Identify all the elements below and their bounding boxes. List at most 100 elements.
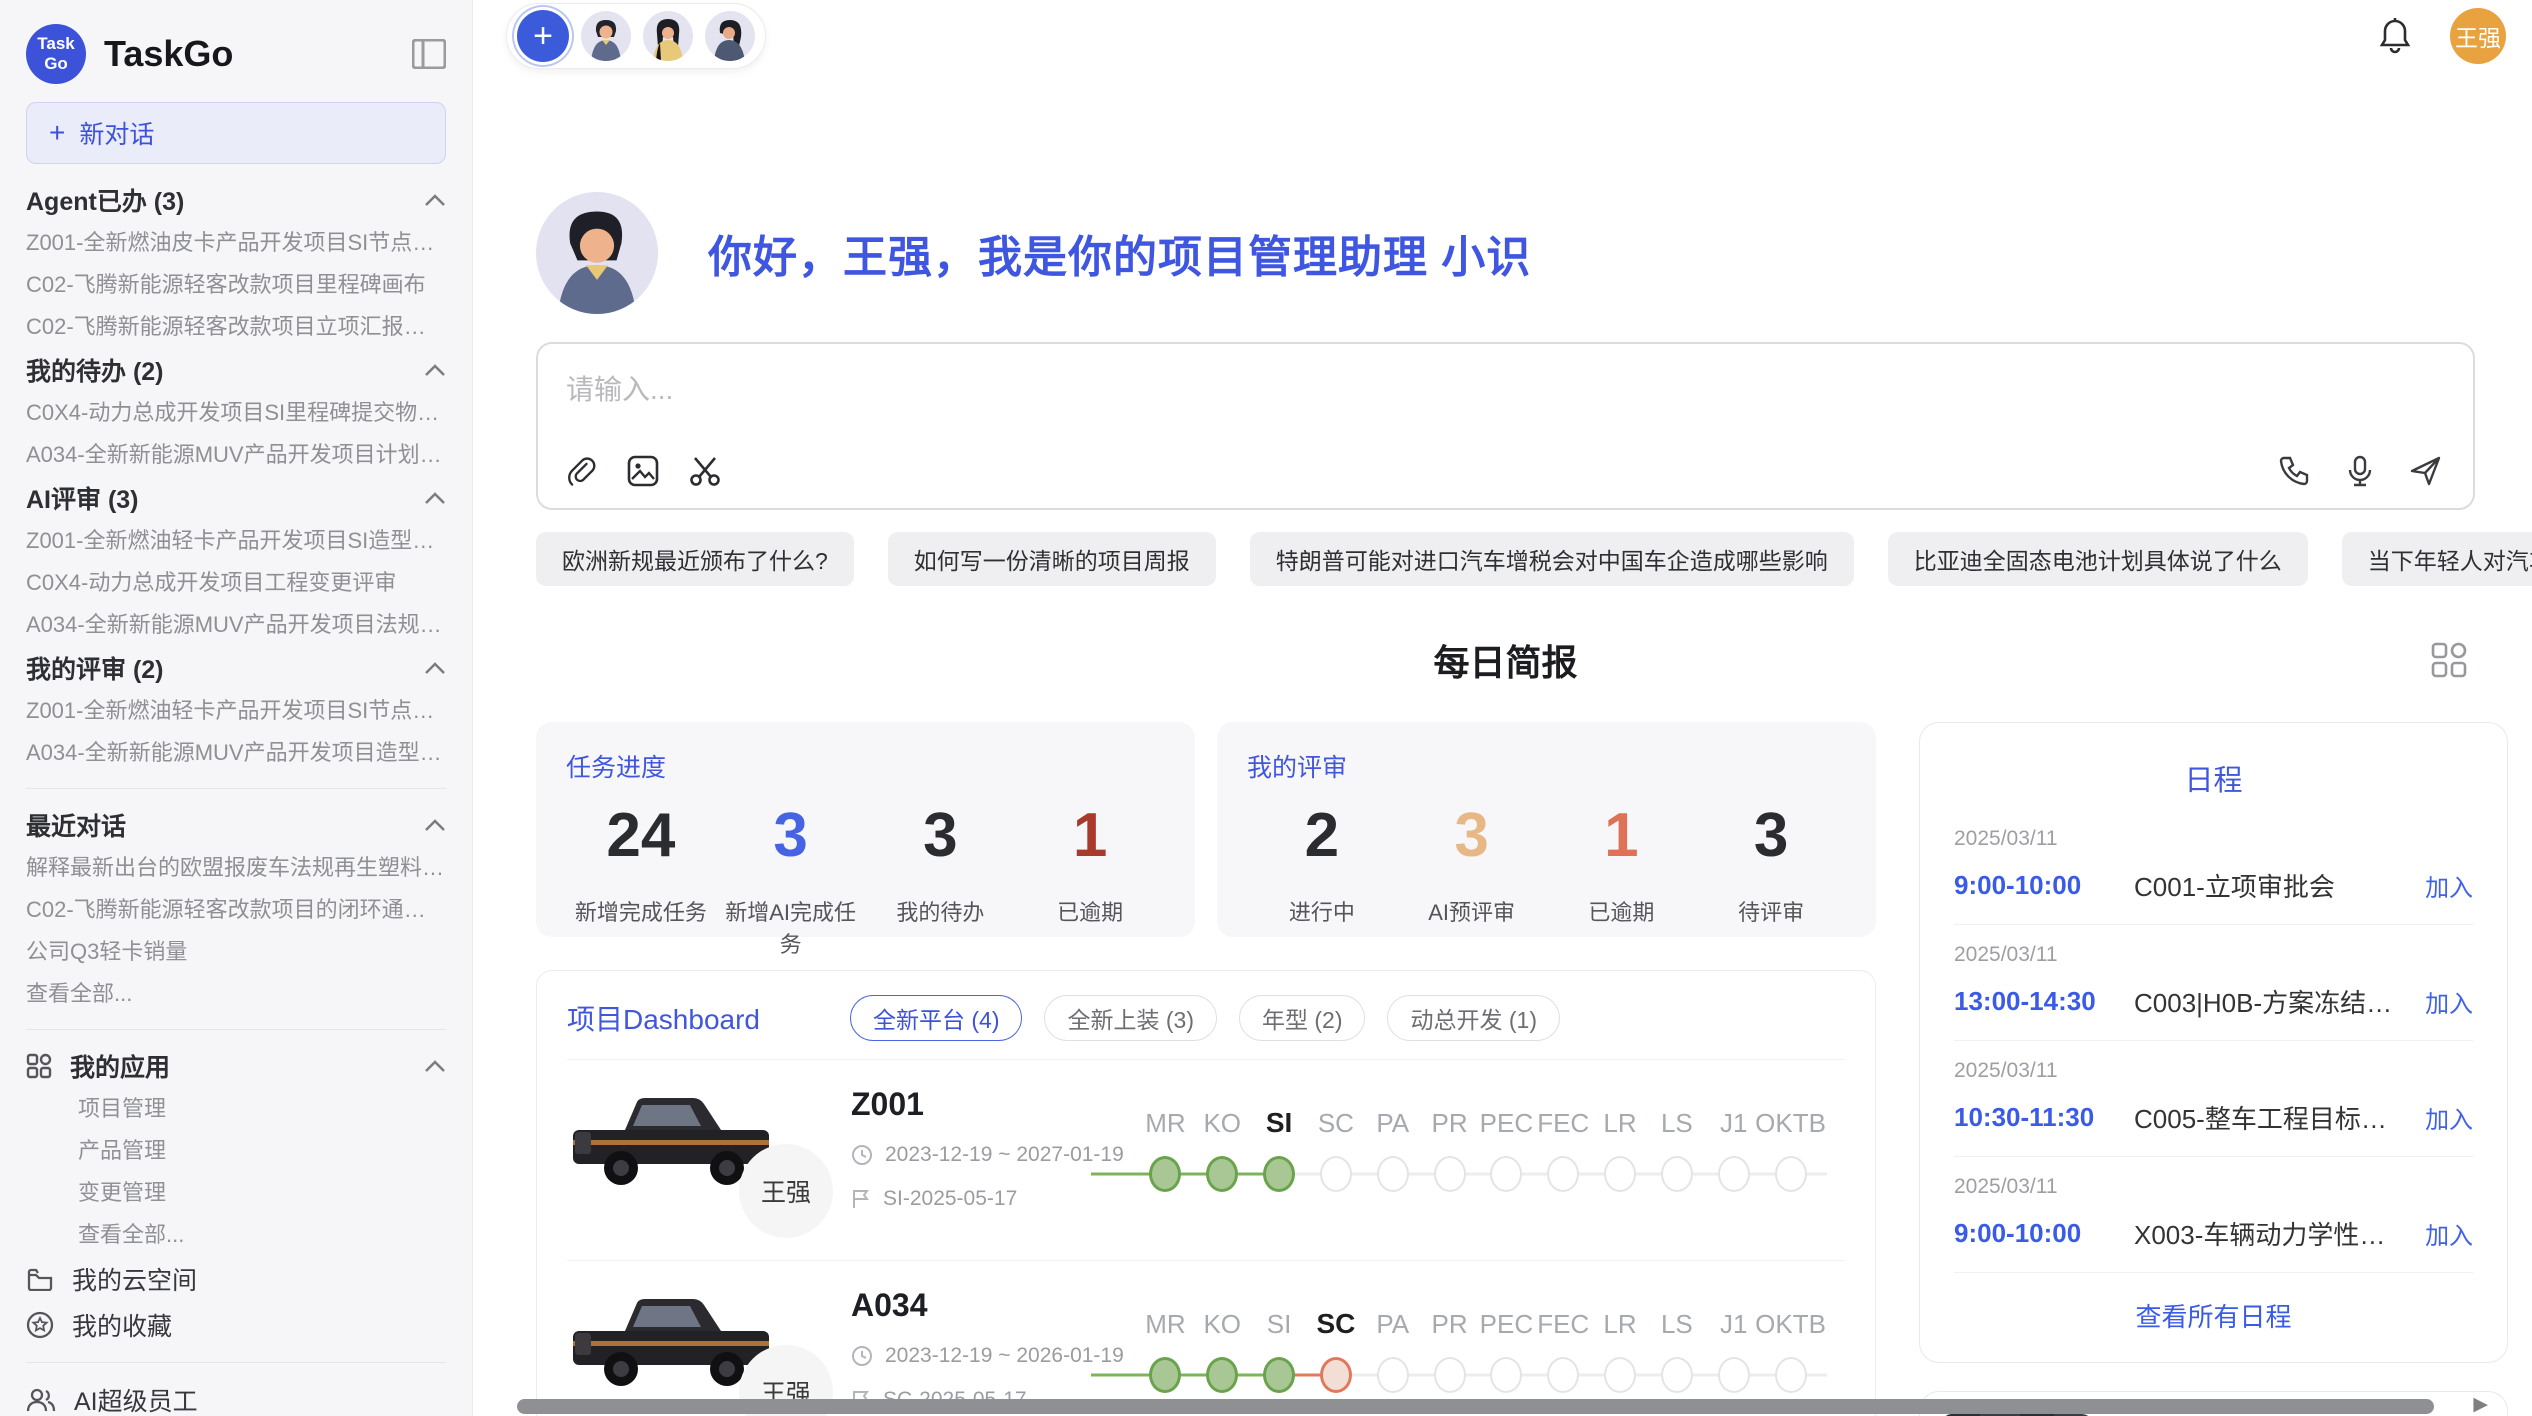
sidebar-task-item[interactable]: C0X4-动力总成开发项目工程变更评审: [26, 562, 446, 604]
app-item[interactable]: 查看全部...: [26, 1214, 446, 1256]
suggestion-chip[interactable]: 欧洲新规最近颁布了什么?: [536, 532, 854, 586]
card-title: 任务进度: [566, 748, 1165, 784]
milestone-label: PA: [1364, 1308, 1421, 1352]
divider: [26, 1029, 446, 1030]
sidebar-toggle-icon[interactable]: [412, 39, 446, 69]
sidebar-task-item[interactable]: Z001-全新燃油皮卡产品开发项目SI节点Lesson Learn报告: [26, 222, 446, 264]
agent-avatar-3[interactable]: [705, 11, 755, 61]
project-info: Z001 2023-12-19 ~ 2027-01-19 SI-2025-05-…: [851, 1086, 1131, 1211]
layout-grid-icon[interactable]: [2429, 640, 2469, 680]
project-flag: SI-2025-05-17: [851, 1187, 1131, 1211]
clock-icon: [851, 1345, 873, 1367]
milestone-label: LR: [1592, 1308, 1649, 1352]
sidebar-task-item[interactable]: C0X4-动力总成开发项目SI里程碑提交物检查: [26, 392, 446, 434]
sidebar-item-favorites[interactable]: 我的收藏: [26, 1302, 446, 1348]
project-name: A034: [851, 1287, 1131, 1324]
agent-avatar-1[interactable]: [581, 11, 631, 61]
milestone-label: OKTB: [1762, 1308, 1819, 1352]
sidebar-task-item[interactable]: C02-飞腾新能源轻客改款项目立项汇报方案: [26, 306, 446, 348]
chevron-up-icon: [424, 363, 446, 377]
milestone-label: SC: [1307, 1107, 1364, 1151]
milestone-dot: [1434, 1357, 1466, 1393]
suggestion-chip[interactable]: 特朗普可能对进口汽车增税会对中国车企造成哪些影响: [1250, 532, 1854, 586]
metric: 24 新增完成任务: [566, 800, 716, 959]
composer[interactable]: 请输入...: [536, 342, 2475, 510]
section-my-review[interactable]: 我的评审 (2): [26, 646, 446, 690]
sidebar-task-item[interactable]: Z001-全新燃油轻卡产品开发项目SI节点属性5D文件评审: [26, 690, 446, 732]
dashboard-tab[interactable]: 全新平台 (4): [850, 995, 1023, 1041]
section-my-apps[interactable]: 我的应用: [26, 1044, 446, 1088]
event-title: C001-立项审批会: [2134, 867, 2409, 904]
recent-chat-item[interactable]: C02-飞腾新能源轻客改款项目的闭环通告反馈情况: [26, 889, 446, 931]
app-item[interactable]: 变更管理: [26, 1172, 446, 1214]
dashboard-tab[interactable]: 年型 (2): [1239, 995, 1366, 1041]
sidebar-task-item[interactable]: A034-全新新能源MUV产品开发项目造型可行性评审: [26, 732, 446, 774]
image-icon[interactable]: [626, 454, 660, 488]
chevron-up-icon: [424, 491, 446, 505]
milestone-dot: [1263, 1156, 1295, 1192]
dashboard-tab[interactable]: 动总开发 (1): [1387, 995, 1560, 1041]
recent-chat-item[interactable]: 查看全部...: [26, 973, 446, 1015]
join-link[interactable]: 加入: [2425, 868, 2473, 903]
sidebar-item-cloud-space[interactable]: 我的云空间: [26, 1256, 446, 1302]
phone-icon[interactable]: [2277, 454, 2311, 488]
recent-chat-item[interactable]: 解释最新出台的欧盟报废车法规再生塑料比例被调至15%...: [26, 847, 446, 889]
milestone-label: PR: [1421, 1308, 1478, 1352]
add-agent-button[interactable]: +: [517, 10, 569, 62]
sidebar-task-item[interactable]: C02-飞腾新能源轻客改款项目里程碑画布: [26, 264, 446, 306]
event-title: C003|H0B-方案冻结评审: [2134, 983, 2409, 1020]
apps-grid-icon: [26, 1053, 52, 1079]
event-date: 2025/03/11: [1954, 943, 2473, 967]
sidebar-item-ai-staff[interactable]: AI超级员工: [26, 1377, 446, 1416]
join-link[interactable]: 加入: [2425, 984, 2473, 1019]
milestone-dot: [1775, 1357, 1807, 1393]
project-row-z001[interactable]: 王强 Z001 2023-12-19 ~ 2027-01-19 SI-2025-…: [567, 1059, 1845, 1242]
suggestion-chip[interactable]: 比亚迪全固态电池计划具体说了什么: [1888, 532, 2308, 586]
horizontal-scrollbar[interactable]: [517, 1399, 2434, 1414]
project-row-a034[interactable]: 王强 A034 2023-12-19 ~ 2026-01-19 SC-2025-…: [567, 1260, 1845, 1416]
join-link[interactable]: 加入: [2425, 1216, 2473, 1251]
sidebar-task-item[interactable]: A034-全新新能源MUV产品开发项目法规符合性评审: [26, 604, 446, 646]
sidebar-header: Task Go TaskGo: [26, 18, 446, 90]
section-agent-done[interactable]: Agent已办 (3): [26, 178, 446, 222]
milestone-track: MR KO SI SC: [1131, 1308, 1845, 1398]
sidebar-task-item[interactable]: A034-全新新能源MUV产品开发项目计划变更表编写: [26, 434, 446, 476]
milestone-label: SI: [1251, 1107, 1308, 1151]
mic-icon[interactable]: [2343, 454, 2377, 488]
user-avatar[interactable]: 王强: [2450, 8, 2506, 64]
milestone-label: SI: [1251, 1308, 1308, 1352]
scissors-icon[interactable]: [688, 454, 722, 488]
chevron-up-icon: [424, 818, 446, 832]
suggestion-chip[interactable]: 如何写一份清晰的项目周报: [888, 532, 1216, 586]
section-recent-chats[interactable]: 最近对话: [26, 803, 446, 847]
schedule-card: 日程 2025/03/11 9:00-10:00 C001-立项审批会 加入: [1919, 722, 2508, 1363]
dashboard-tab[interactable]: 全新上装 (3): [1044, 995, 1217, 1041]
bell-icon[interactable]: [2378, 17, 2412, 55]
milestone-dot: [1490, 1156, 1522, 1192]
scrollbar-arrow-icon[interactable]: ▶: [2473, 1393, 2488, 1416]
metric: 3 新增AI完成任务: [716, 800, 866, 959]
new-chat-button[interactable]: + 新对话: [26, 102, 446, 164]
metric-label: 进行中: [1247, 895, 1397, 927]
milestone: LR: [1592, 1308, 1649, 1398]
event-date: 2025/03/11: [1954, 1059, 2473, 1083]
metric-value: 24: [566, 800, 716, 871]
join-link[interactable]: 加入: [2425, 1100, 2473, 1135]
section-ai-review[interactable]: AI评审 (3): [26, 476, 446, 520]
recent-chat-item[interactable]: 公司Q3轻卡销量: [26, 931, 446, 973]
view-all-schedule-link[interactable]: 查看所有日程: [1954, 1273, 2473, 1352]
recent-chat-list: 解释最新出台的欧盟报废车法规再生塑料比例被调至15%...C02-飞腾新能源轻客…: [26, 847, 446, 1015]
app-item[interactable]: 产品管理: [26, 1130, 446, 1172]
milestone: OKTB: [1762, 1308, 1819, 1398]
milestone-dot: [1604, 1156, 1636, 1192]
agent-avatar-2[interactable]: [643, 11, 693, 61]
user-initials: 王强: [2455, 19, 2501, 53]
sidebar-task-item[interactable]: Z001-全新燃油轻卡产品开发项目SI造型提交物评审: [26, 520, 446, 562]
section-my-todo[interactable]: 我的待办 (2): [26, 348, 446, 392]
milestone-label: PR: [1421, 1107, 1478, 1151]
suggestion-chip[interactable]: 当下年轻人对汽车外观有怎样的喜好趋势: [2342, 532, 2532, 586]
app-item[interactable]: 项目管理: [26, 1088, 446, 1130]
send-icon[interactable]: [2409, 454, 2443, 488]
paperclip-icon[interactable]: [564, 454, 598, 488]
milestone-label: PEC: [1478, 1308, 1535, 1352]
